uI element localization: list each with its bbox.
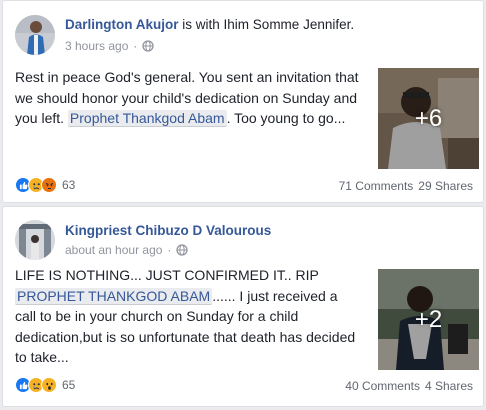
post-stats: 40 Comments 4 Shares	[345, 379, 473, 393]
timestamp[interactable]: about an hour ago	[65, 243, 162, 257]
post-text: LIFE IS NOTHING... JUST CONFIRMED IT.. R…	[15, 265, 360, 368]
globe-icon[interactable]	[176, 244, 189, 256]
avatar[interactable]	[15, 220, 55, 260]
globe-icon[interactable]	[142, 40, 155, 52]
meta-separator: ·	[133, 39, 138, 53]
reactions-summary[interactable]: 65	[15, 377, 75, 393]
comments-count[interactable]: 40 Comments	[345, 379, 420, 393]
mention-link[interactable]: Prophet Thankgod Abam	[67, 110, 227, 127]
photo-more-count: +2	[414, 305, 443, 333]
comments-count[interactable]: 71 Comments	[339, 179, 414, 193]
post-header: Darlington Akujor is with Ihim Somme Jen…	[65, 17, 354, 32]
avatar-image	[15, 15, 55, 55]
avatar-image	[15, 220, 55, 260]
with-text: is with	[182, 17, 220, 32]
meta-separator: ·	[167, 243, 172, 257]
reaction-count[interactable]: 63	[62, 178, 75, 192]
post-header: Kingpriest Chibuzo D Valourous	[65, 223, 271, 238]
shares-count[interactable]: 29 Shares	[418, 179, 473, 193]
post-text-before: LIFE IS NOTHING... JUST CONFIRMED IT.. R…	[15, 267, 319, 283]
post-stats: 71 Comments 29 Shares	[339, 179, 473, 193]
tagged-name[interactable]: Ihim Somme Jennifer	[224, 17, 351, 32]
author-name[interactable]: Kingpriest Chibuzo D Valourous	[65, 223, 271, 238]
author-name[interactable]: Darlington Akujor	[65, 17, 179, 32]
tagged-suffix: .	[350, 17, 355, 32]
avatar[interactable]	[15, 15, 55, 55]
photo-more-count: +6	[414, 104, 443, 132]
post-photo[interactable]: +2	[378, 269, 479, 370]
reaction-count[interactable]: 65	[62, 378, 75, 392]
mention-link[interactable]: PROPHET THANKGOD ABAM	[15, 287, 213, 305]
post-card: Darlington Akujor is with Ihim Somme Jen…	[2, 0, 484, 203]
timestamp[interactable]: 3 hours ago	[65, 39, 128, 53]
wow-icon	[41, 377, 57, 393]
reactions-summary[interactable]: 63	[15, 177, 75, 193]
shares-count[interactable]: 4 Shares	[425, 379, 473, 393]
angry-icon	[41, 177, 57, 193]
post-meta: 3 hours ago ·	[65, 39, 155, 53]
post-text-after: . Too young to go...	[226, 110, 346, 126]
post-card: Kingpriest Chibuzo D Valourous about an …	[2, 206, 484, 407]
post-meta: about an hour ago ·	[65, 243, 189, 257]
post-text: Rest in peace God's general. You sent an…	[15, 67, 360, 129]
post-photo[interactable]: +6	[378, 68, 479, 169]
